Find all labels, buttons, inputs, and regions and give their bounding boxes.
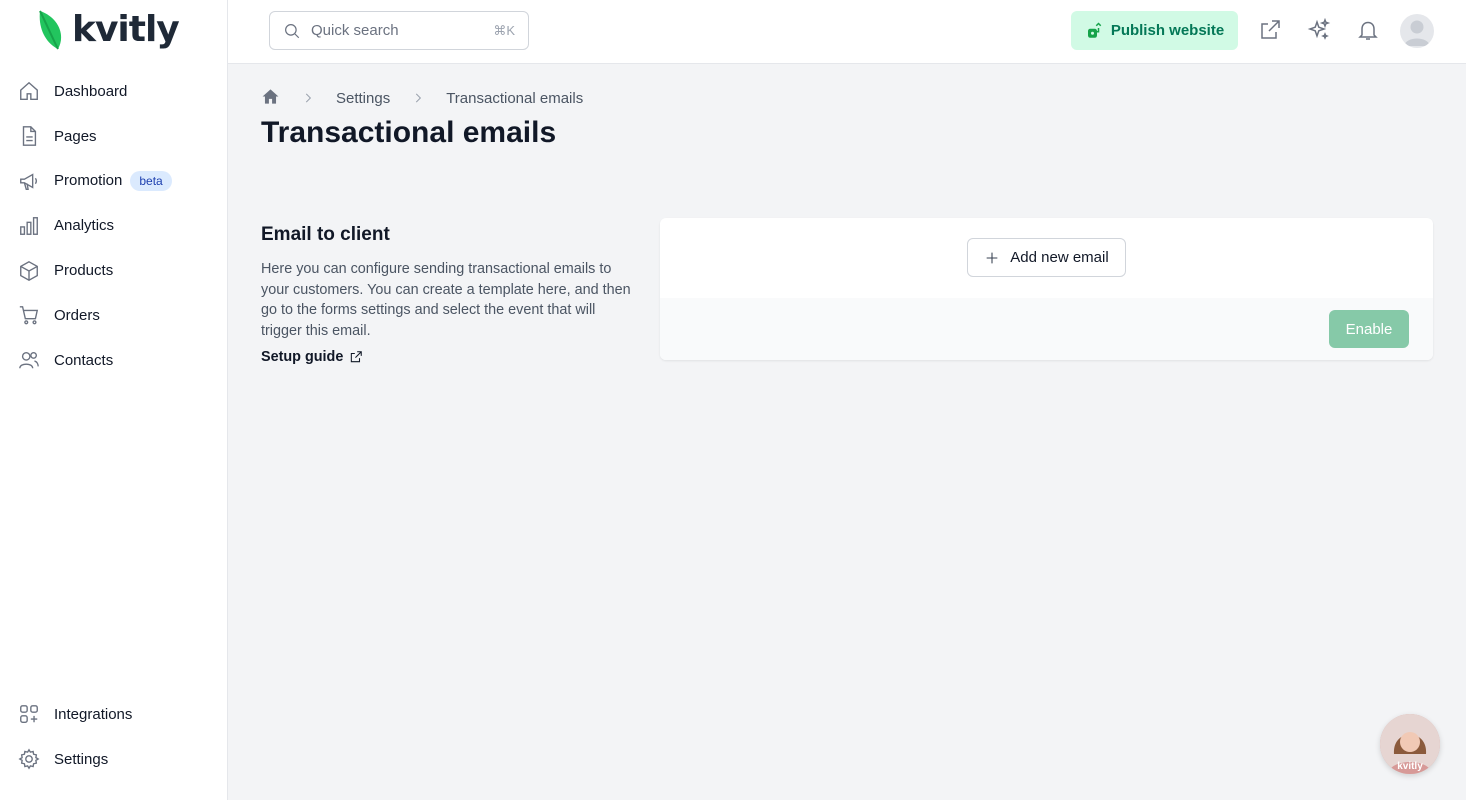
sidebar-item-label: Integrations <box>54 705 133 723</box>
external-link-icon[interactable] <box>1258 18 1282 42</box>
breadcrumb-settings[interactable]: Settings <box>336 90 390 107</box>
card-footer: Enable <box>660 298 1433 360</box>
cube-icon <box>18 260 40 282</box>
grid-plus-icon <box>18 703 40 725</box>
sidebar-item-settings[interactable]: Settings <box>0 737 228 782</box>
bell-icon[interactable] <box>1356 18 1380 42</box>
external-link-icon <box>351 351 363 363</box>
add-new-email-label: Add new email <box>1010 249 1109 266</box>
avatar-icon <box>1404 20 1430 46</box>
gear-icon <box>18 748 40 770</box>
sidebar-nav: Dashboard Pages Promotion beta Analytics… <box>0 69 228 383</box>
sidebar-item-label: Orders <box>54 306 100 324</box>
search-shortcut: ⌘K <box>493 22 515 38</box>
sidebar-item-label: Settings <box>54 750 109 768</box>
chat-label: kvitly <box>1397 761 1423 772</box>
cart-icon <box>18 304 40 326</box>
bar-chart-icon <box>18 215 40 237</box>
home-icon[interactable] <box>261 87 280 110</box>
logo[interactable]: kvitly <box>36 8 180 52</box>
sidebar-item-orders[interactable]: Orders <box>0 293 228 338</box>
enable-button[interactable]: Enable <box>1329 310 1409 348</box>
sidebar-item-label: Promotion <box>54 172 123 190</box>
publish-website-button[interactable]: Publish website <box>1071 11 1238 50</box>
plus-icon <box>986 252 998 263</box>
logo-text: kvitly <box>72 9 180 50</box>
home-icon <box>18 80 40 102</box>
sidebar-item-products[interactable]: Products <box>0 248 228 293</box>
sidebar-item-dashboard[interactable]: Dashboard <box>0 69 228 114</box>
chat-support-bubble[interactable]: kvitly <box>1380 714 1440 774</box>
avatar[interactable] <box>1400 14 1434 48</box>
sidebar-item-label: Products <box>54 262 114 280</box>
chevron-right-icon <box>280 91 336 105</box>
sidebar-bottom-nav: Integrations Settings <box>0 692 228 782</box>
add-new-email-button[interactable]: Add new email <box>967 238 1126 277</box>
sidebar-item-label: Dashboard <box>54 82 128 100</box>
setup-guide-label: Setup guide <box>261 349 344 365</box>
setup-guide-link[interactable]: Setup guide <box>261 349 363 365</box>
sidebar-item-contacts[interactable]: Contacts <box>0 338 228 383</box>
megaphone-icon <box>18 170 40 192</box>
search-placeholder: Quick search <box>311 22 399 39</box>
sidebar-item-integrations[interactable]: Integrations <box>0 692 228 737</box>
beta-badge: beta <box>130 170 172 191</box>
sidebar-item-label: Contacts <box>54 351 114 369</box>
breadcrumb: Settings Transactional emails <box>261 87 583 109</box>
sparkles-icon[interactable] <box>1307 17 1331 42</box>
search-input[interactable]: Quick search ⌘K <box>269 11 529 50</box>
chevron-right-icon <box>390 91 446 105</box>
sidebar-item-label: Analytics <box>54 217 115 235</box>
email-card: Add new email Enable <box>660 218 1433 360</box>
sidebar-item-label: Pages <box>54 127 97 145</box>
search-icon <box>285 23 300 38</box>
breadcrumb-current: Transactional emails <box>446 89 584 107</box>
document-icon <box>18 125 40 147</box>
section-title: Email to client <box>261 224 390 245</box>
leaf-logo-icon <box>39 10 62 50</box>
sidebar-item-pages[interactable]: Pages <box>0 114 228 159</box>
section-description: Here you can configure sending transacti… <box>261 261 631 339</box>
topbar: Quick search ⌘K Publish website <box>228 0 1466 64</box>
page-title: Transactional emails <box>261 116 557 149</box>
users-icon <box>18 349 40 371</box>
sidebar-item-analytics[interactable]: Analytics <box>0 203 228 248</box>
sidebar: kvitly Dashboard Pages Promotion beta An… <box>0 0 228 800</box>
publish-icon <box>1087 21 1102 38</box>
sidebar-item-promotion[interactable]: Promotion beta <box>0 159 228 204</box>
publish-label: Publish website <box>1110 22 1225 39</box>
